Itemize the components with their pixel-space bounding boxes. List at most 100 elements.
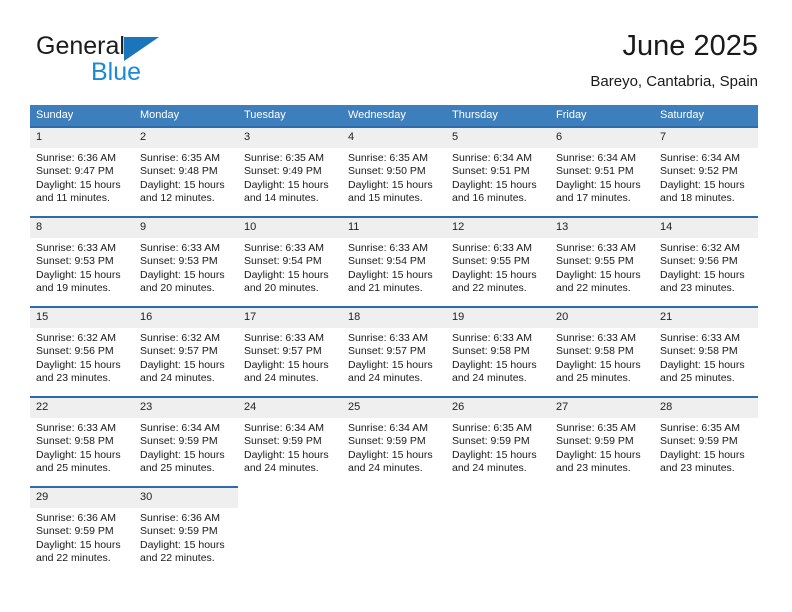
calendar-day-cell[interactable]: 9 Sunrise: 6:33 AM Sunset: 9:53 PM Daylig… — [134, 216, 238, 307]
calendar-day-cell[interactable]: 8 Sunrise: 6:33 AM Sunset: 9:53 PM Daylig… — [30, 216, 134, 307]
day-sun-info — [654, 508, 758, 512]
day-sun-info: Sunrise: 6:33 AM Sunset: 9:55 PM Dayligh… — [556, 242, 641, 295]
weekday-header-tuesday: Tuesday — [238, 105, 342, 127]
day-number — [446, 488, 550, 508]
day-sun-info: Sunrise: 6:35 AM Sunset: 9:59 PM Dayligh… — [556, 422, 641, 475]
day-sun-info: Sunrise: 6:33 AM Sunset: 9:58 PM Dayligh… — [36, 422, 121, 475]
day-number: 3 — [238, 128, 342, 148]
calendar-day-cell[interactable]: 17 Sunrise: 6:33 AM Sunset: 9:57 PM Dayli… — [238, 306, 342, 397]
day-sun-info: Sunrise: 6:33 AM Sunset: 9:58 PM Dayligh… — [660, 332, 745, 385]
calendar-day-cell[interactable]: 7 Sunrise: 6:34 AM Sunset: 9:52 PM Daylig… — [654, 126, 758, 217]
calendar-week-row: 15 Sunrise: 6:32 AM Sunset: 9:56 PM Dayli… — [30, 306, 758, 397]
day-sun-info: Sunrise: 6:34 AM Sunset: 9:59 PM Dayligh… — [140, 422, 225, 475]
day-number: 18 — [342, 308, 446, 328]
weekday-header-thursday: Thursday — [446, 105, 550, 127]
calendar-day-cell[interactable]: 1 Sunrise: 6:36 AM Sunset: 9:47 PM Daylig… — [30, 126, 134, 217]
calendar-day-cell[interactable]: 2 Sunrise: 6:35 AM Sunset: 9:48 PM Daylig… — [134, 126, 238, 217]
day-sun-info: Sunrise: 6:35 AM Sunset: 9:49 PM Dayligh… — [244, 152, 329, 205]
calendar-day-cell[interactable]: 16 Sunrise: 6:32 AM Sunset: 9:57 PM Dayli… — [134, 306, 238, 397]
calendar-day-cell[interactable]: 25 Sunrise: 6:34 AM Sunset: 9:59 PM Dayli… — [342, 396, 446, 487]
calendar-day-cell[interactable]: 30 Sunrise: 6:36 AM Sunset: 9:59 PM Dayli… — [134, 486, 238, 576]
logo-text-blue: Blue — [91, 58, 142, 86]
day-sun-info — [550, 508, 654, 512]
day-number — [238, 488, 342, 508]
day-number: 11 — [342, 218, 446, 238]
sunrise-sunset-calendar: Sunday Monday Tuesday Wednesday Thursday… — [30, 105, 758, 576]
calendar-day-cell[interactable]: 26 Sunrise: 6:35 AM Sunset: 9:59 PM Dayli… — [446, 396, 550, 487]
location-subtitle: Bareyo, Cantabria, Spain — [590, 73, 758, 90]
day-sun-info: Sunrise: 6:36 AM Sunset: 9:47 PM Dayligh… — [36, 152, 121, 205]
calendar-day-cell[interactable]: 28 Sunrise: 6:35 AM Sunset: 9:59 PM Dayli… — [654, 396, 758, 487]
calendar-day-cell-empty — [550, 486, 654, 576]
day-sun-info: Sunrise: 6:33 AM Sunset: 9:58 PM Dayligh… — [556, 332, 641, 385]
calendar-week-row: 8 Sunrise: 6:33 AM Sunset: 9:53 PM Daylig… — [30, 216, 758, 307]
calendar-day-cell[interactable]: 22 Sunrise: 6:33 AM Sunset: 9:58 PM Dayli… — [30, 396, 134, 487]
calendar-day-cell[interactable]: 13 Sunrise: 6:33 AM Sunset: 9:55 PM Dayli… — [550, 216, 654, 307]
weekday-header-monday: Monday — [134, 105, 238, 127]
calendar-day-cell[interactable]: 10 Sunrise: 6:33 AM Sunset: 9:54 PM Dayli… — [238, 216, 342, 307]
calendar-day-cell[interactable]: 24 Sunrise: 6:34 AM Sunset: 9:59 PM Dayli… — [238, 396, 342, 487]
day-number: 6 — [550, 128, 654, 148]
day-number: 25 — [342, 398, 446, 418]
day-sun-info: Sunrise: 6:32 AM Sunset: 9:57 PM Dayligh… — [140, 332, 225, 385]
day-sun-info: Sunrise: 6:32 AM Sunset: 9:56 PM Dayligh… — [36, 332, 121, 385]
calendar-day-cell[interactable]: 12 Sunrise: 6:33 AM Sunset: 9:55 PM Dayli… — [446, 216, 550, 307]
day-number: 13 — [550, 218, 654, 238]
calendar-day-cell[interactable]: 3 Sunrise: 6:35 AM Sunset: 9:49 PM Daylig… — [238, 126, 342, 217]
day-number: 26 — [446, 398, 550, 418]
day-sun-info — [342, 508, 446, 512]
day-number: 23 — [134, 398, 238, 418]
day-number: 15 — [30, 308, 134, 328]
calendar-week-row: 29 Sunrise: 6:36 AM Sunset: 9:59 PM Dayli… — [30, 486, 758, 576]
calendar-day-cell[interactable]: 21 Sunrise: 6:33 AM Sunset: 9:58 PM Dayli… — [654, 306, 758, 397]
day-sun-info: Sunrise: 6:34 AM Sunset: 9:51 PM Dayligh… — [452, 152, 537, 205]
calendar-day-cell-empty — [446, 486, 550, 576]
day-sun-info: Sunrise: 6:34 AM Sunset: 9:52 PM Dayligh… — [660, 152, 745, 205]
calendar-day-cell[interactable]: 11 Sunrise: 6:33 AM Sunset: 9:54 PM Dayli… — [342, 216, 446, 307]
calendar-day-cell[interactable]: 23 Sunrise: 6:34 AM Sunset: 9:59 PM Dayli… — [134, 396, 238, 487]
day-number: 7 — [654, 128, 758, 148]
calendar-page: General Blue June 2025 Bareyo, Cantabria… — [0, 0, 792, 612]
calendar-day-cell-empty — [654, 486, 758, 576]
day-sun-info: Sunrise: 6:34 AM Sunset: 9:59 PM Dayligh… — [348, 422, 433, 475]
day-number: 17 — [238, 308, 342, 328]
calendar-day-cell[interactable]: 6 Sunrise: 6:34 AM Sunset: 9:51 PM Daylig… — [550, 126, 654, 217]
calendar-day-cell[interactable]: 5 Sunrise: 6:34 AM Sunset: 9:51 PM Daylig… — [446, 126, 550, 217]
day-number: 14 — [654, 218, 758, 238]
calendar-day-cell[interactable]: 14 Sunrise: 6:32 AM Sunset: 9:56 PM Dayli… — [654, 216, 758, 307]
day-sun-info: Sunrise: 6:35 AM Sunset: 9:50 PM Dayligh… — [348, 152, 433, 205]
weekday-header-wednesday: Wednesday — [342, 105, 446, 127]
calendar-day-cell[interactable]: 18 Sunrise: 6:33 AM Sunset: 9:57 PM Dayli… — [342, 306, 446, 397]
calendar-day-cell[interactable]: 19 Sunrise: 6:33 AM Sunset: 9:58 PM Dayli… — [446, 306, 550, 397]
day-sun-info: Sunrise: 6:35 AM Sunset: 9:48 PM Dayligh… — [140, 152, 225, 205]
calendar-day-cell[interactable]: 15 Sunrise: 6:32 AM Sunset: 9:56 PM Dayli… — [30, 306, 134, 397]
general-blue-logo[interactable]: General Blue — [36, 32, 236, 88]
calendar-day-cell[interactable]: 27 Sunrise: 6:35 AM Sunset: 9:59 PM Dayli… — [550, 396, 654, 487]
calendar-header-row: Sunday Monday Tuesday Wednesday Thursday… — [30, 105, 758, 127]
day-number: 2 — [134, 128, 238, 148]
day-number: 28 — [654, 398, 758, 418]
calendar-day-cell[interactable]: 4 Sunrise: 6:35 AM Sunset: 9:50 PM Daylig… — [342, 126, 446, 217]
calendar-day-cell[interactable]: 29 Sunrise: 6:36 AM Sunset: 9:59 PM Dayli… — [30, 486, 134, 576]
day-sun-info: Sunrise: 6:36 AM Sunset: 9:59 PM Dayligh… — [140, 512, 225, 565]
calendar-week-row: 22 Sunrise: 6:33 AM Sunset: 9:58 PM Dayli… — [30, 396, 758, 487]
weekday-header-friday: Friday — [550, 105, 654, 127]
day-number: 1 — [30, 128, 134, 148]
calendar-day-cell[interactable]: 20 Sunrise: 6:33 AM Sunset: 9:58 PM Dayli… — [550, 306, 654, 397]
page-header: General Blue June 2025 Bareyo, Cantabria… — [0, 0, 792, 100]
day-number: 27 — [550, 398, 654, 418]
day-sun-info: Sunrise: 6:36 AM Sunset: 9:59 PM Dayligh… — [36, 512, 121, 565]
day-sun-info — [446, 508, 550, 512]
day-number: 19 — [446, 308, 550, 328]
day-number: 29 — [30, 488, 134, 508]
weekday-header-sunday: Sunday — [30, 105, 134, 127]
day-number: 5 — [446, 128, 550, 148]
day-sun-info: Sunrise: 6:32 AM Sunset: 9:56 PM Dayligh… — [660, 242, 745, 295]
day-sun-info: Sunrise: 6:33 AM Sunset: 9:57 PM Dayligh… — [244, 332, 329, 385]
day-number: 4 — [342, 128, 446, 148]
calendar-day-cell-empty — [342, 486, 446, 576]
day-sun-info: Sunrise: 6:33 AM Sunset: 9:57 PM Dayligh… — [348, 332, 433, 385]
day-number: 30 — [134, 488, 238, 508]
day-sun-info: Sunrise: 6:34 AM Sunset: 9:59 PM Dayligh… — [244, 422, 329, 475]
weekday-header-saturday: Saturday — [654, 105, 758, 127]
